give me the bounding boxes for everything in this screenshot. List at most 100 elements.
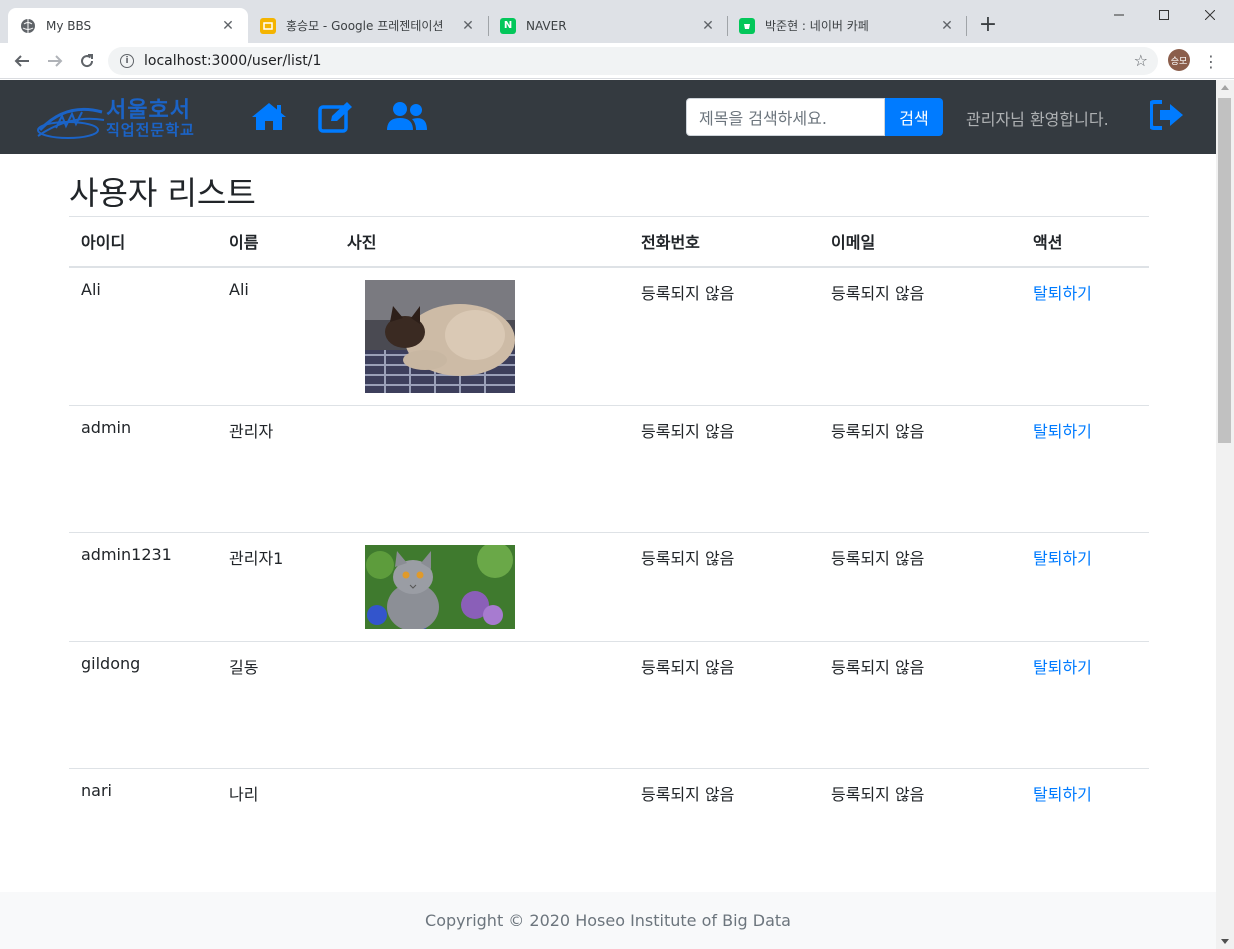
browser-toolbar: i localhost:3000/user/list/1 ☆ xyxy=(0,43,1234,79)
user-id-cell: admin xyxy=(69,404,217,532)
table-row: nari 나리 등록되지 않음 등록되지 않음 탈퇴하기 xyxy=(69,767,1149,878)
column-header-id: 아이디 xyxy=(69,216,217,268)
scrollbar-thumb[interactable] xyxy=(1218,98,1231,443)
user-action-cell: 탈퇴하기 xyxy=(1021,404,1149,532)
logout-icon[interactable] xyxy=(1149,100,1186,134)
logo-text-line2: 직업전문학교 xyxy=(106,121,195,139)
tab-title: 박준현 : 네이버 카페 xyxy=(765,19,869,33)
user-name-cell: 나리 xyxy=(217,767,335,878)
user-phone-cell: 등록되지 않음 xyxy=(629,531,819,641)
forward-button[interactable] xyxy=(43,49,67,73)
scroll-up-arrow-icon[interactable] xyxy=(1221,85,1229,90)
user-photo-cell xyxy=(335,266,629,405)
logo-emblem-icon xyxy=(37,107,105,139)
table-header-row: 아이디 이름 사진 전화번호 이메일 액션 xyxy=(69,216,1149,268)
minimize-button[interactable] xyxy=(1096,0,1142,30)
naver-cafe-icon xyxy=(739,17,755,34)
user-name-cell: 관리자 xyxy=(217,404,335,532)
table-row: admin 관리자 등록되지 않음 등록되지 않음 탈퇴하기 xyxy=(69,404,1149,532)
window-close-button[interactable] xyxy=(1187,0,1233,30)
column-header-name: 이름 xyxy=(217,216,335,268)
page-title: 사용자 리스트 xyxy=(69,174,256,212)
gray-cat-photo xyxy=(365,544,515,629)
url-text: localhost:3000/user/list/1 xyxy=(144,53,322,69)
user-phone-cell: 등록되지 않음 xyxy=(629,404,819,532)
withdraw-link[interactable]: 탈퇴하기 xyxy=(1033,284,1092,303)
back-arrow-icon xyxy=(14,55,29,67)
search-button[interactable]: 검색 xyxy=(885,98,943,136)
user-action-cell: 탈퇴하기 xyxy=(1021,640,1149,768)
user-photo-cell xyxy=(335,531,629,641)
user-id-cell: gildong xyxy=(69,640,217,768)
write-post-icon[interactable] xyxy=(317,100,357,134)
user-email-cell: 등록되지 않음 xyxy=(819,640,1021,768)
user-email-cell: 등록되지 않음 xyxy=(819,266,1021,405)
tab-title: My BBS xyxy=(46,18,92,33)
table-row: Ali Ali 등록되지 않음 등록되지 않음 탈퇴하기 xyxy=(69,266,1149,405)
tab-naver-cafe[interactable]: 박준현 : 네이버 카페 ✕ xyxy=(727,8,967,43)
close-icon xyxy=(1205,10,1215,20)
globe-icon xyxy=(20,18,36,34)
users-icon[interactable] xyxy=(386,100,427,134)
maximize-icon xyxy=(1159,10,1169,20)
user-id-cell: nari xyxy=(69,767,217,878)
user-email-cell: 등록되지 않음 xyxy=(819,531,1021,641)
tab-separator xyxy=(966,16,967,36)
school-logo[interactable]: 서울호서 직업전문학교 xyxy=(36,92,206,142)
user-action-cell: 탈퇴하기 xyxy=(1021,531,1149,641)
tab-google-slides[interactable]: 홍승모 - Google 프레젠테이션 ✕ xyxy=(248,8,488,43)
minimize-icon xyxy=(1114,14,1124,16)
address-bar[interactable]: i localhost:3000/user/list/1 ☆ xyxy=(108,47,1158,75)
naver-icon: N xyxy=(500,17,516,34)
new-tab-button[interactable]: + xyxy=(976,12,1000,37)
scroll-down-arrow-icon[interactable] xyxy=(1221,939,1229,944)
search-input[interactable]: 제목을 검색하세요. xyxy=(686,98,885,136)
user-phone-cell: 등록되지 않음 xyxy=(629,640,819,768)
close-icon[interactable]: ✕ xyxy=(220,18,236,34)
maximize-button[interactable] xyxy=(1141,0,1187,30)
user-name-cell: 관리자1 xyxy=(217,531,335,641)
close-icon[interactable]: ✕ xyxy=(460,18,476,34)
user-action-cell: 탈퇴하기 xyxy=(1021,266,1149,405)
site-navbar: 서울호서 직업전문학교 제목을 검색하세요. 검색 관리자님 환영합니다. xyxy=(0,80,1216,154)
tab-title: NAVER xyxy=(526,18,567,33)
vertical-scrollbar[interactable] xyxy=(1216,80,1234,949)
tab-naver[interactable]: N NAVER ✕ xyxy=(488,8,728,43)
column-header-email: 이메일 xyxy=(819,216,1021,268)
user-action-cell: 탈퇴하기 xyxy=(1021,767,1149,878)
info-icon[interactable]: i xyxy=(120,54,134,68)
user-id-cell: admin1231 xyxy=(69,531,217,641)
withdraw-link[interactable]: 탈퇴하기 xyxy=(1033,785,1092,804)
home-icon[interactable] xyxy=(250,100,290,134)
bookmark-star-icon[interactable]: ☆ xyxy=(1134,51,1148,70)
column-header-photo: 사진 xyxy=(335,216,629,268)
footer: Copyright © 2020 Hoseo Institute of Big … xyxy=(0,892,1216,949)
close-icon[interactable]: ✕ xyxy=(939,18,955,34)
browser-menu-icon[interactable]: ⋮ xyxy=(1203,49,1219,73)
withdraw-link[interactable]: 탈퇴하기 xyxy=(1033,658,1092,677)
withdraw-link[interactable]: 탈퇴하기 xyxy=(1033,422,1092,441)
back-button[interactable] xyxy=(10,49,34,73)
users-table: 아이디 이름 사진 전화번호 이메일 액션 Ali Ali 등록되지 않음 등록… xyxy=(69,216,1149,878)
table-row: admin1231 관리자1 등록되지 않음 등록되지 않음 탈퇴하기 xyxy=(69,531,1149,641)
reload-button[interactable] xyxy=(75,49,99,73)
tab-my-bbs[interactable]: My BBS ✕ xyxy=(8,8,248,43)
user-name-cell: Ali xyxy=(217,266,335,405)
user-id-cell: Ali xyxy=(69,266,217,405)
user-name-cell: 길동 xyxy=(217,640,335,768)
profile-avatar[interactable]: 승모 xyxy=(1168,49,1190,71)
user-photo-cell xyxy=(335,404,629,532)
user-email-cell: 등록되지 않음 xyxy=(819,404,1021,532)
user-phone-cell: 등록되지 않음 xyxy=(629,266,819,405)
user-photo-cell xyxy=(335,767,629,878)
user-phone-cell: 등록되지 않음 xyxy=(629,767,819,878)
browser-tab-strip: My BBS ✕ 홍승모 - Google 프레젠테이션 ✕ N NAVER ✕… xyxy=(0,0,1234,43)
withdraw-link[interactable]: 탈퇴하기 xyxy=(1033,549,1092,568)
forward-arrow-icon xyxy=(48,55,63,67)
column-header-phone: 전화번호 xyxy=(629,216,819,268)
close-icon[interactable]: ✕ xyxy=(700,18,716,34)
welcome-text: 관리자님 환영합니다. xyxy=(966,110,1109,129)
tab-title: 홍승모 - Google 프레젠테이션 xyxy=(286,19,444,33)
user-photo-cell xyxy=(335,640,629,768)
user-email-cell: 등록되지 않음 xyxy=(819,767,1021,878)
